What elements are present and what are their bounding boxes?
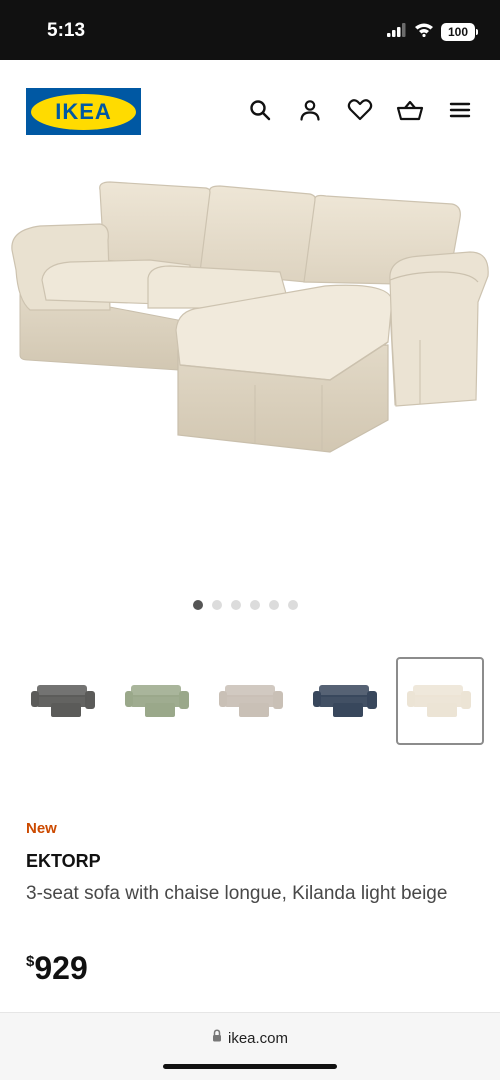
browser-url-bar[interactable]: ikea.com (0, 1012, 500, 1080)
signal-icon (387, 22, 407, 42)
header-actions (246, 96, 474, 124)
product-image[interactable] (0, 160, 500, 580)
carousel-dot[interactable] (250, 600, 260, 610)
wifi-icon (414, 22, 434, 42)
product-name: EKTORP (26, 851, 101, 871)
swatch-dark-grey[interactable] (20, 657, 108, 745)
search-icon[interactable] (246, 96, 274, 124)
carousel-dots (193, 600, 298, 610)
status-bar: 5:13 100 (0, 0, 500, 60)
swatch-beige-grey[interactable] (208, 657, 296, 745)
site-header: IKEA (0, 60, 500, 160)
home-indicator[interactable] (163, 1064, 337, 1069)
carousel-dot[interactable] (212, 600, 222, 610)
url-text: ikea.com (227, 1029, 289, 1047)
status-time: 5:13 (47, 20, 86, 41)
menu-icon[interactable] (446, 96, 474, 124)
heart-icon[interactable] (346, 96, 374, 124)
swatch-light-beige[interactable] (396, 657, 484, 745)
sofa-thumbnail (125, 685, 189, 717)
swatch-light-green[interactable] (114, 657, 202, 745)
ikea-logo[interactable]: IKEA (26, 88, 141, 135)
swatch-dark-blue[interactable] (302, 657, 390, 745)
battery-icon: 100 (441, 23, 478, 41)
lock-icon (212, 1029, 222, 1047)
logo-text: IKEA (55, 98, 112, 124)
sofa-thumbnail (313, 685, 377, 717)
battery-level: 100 (441, 23, 475, 41)
carousel-dot[interactable] (269, 600, 279, 610)
sofa-thumbnail (219, 685, 283, 717)
sofa-thumbnail (407, 685, 471, 717)
account-icon[interactable] (296, 96, 324, 124)
carousel-dot[interactable] (288, 600, 298, 610)
carousel-dot[interactable] (193, 600, 203, 610)
color-swatches (20, 657, 484, 745)
product-description: 3-seat sofa with chaise longue, Kilanda … (26, 883, 448, 904)
new-badge: New (26, 820, 57, 837)
cart-icon[interactable] (396, 96, 424, 124)
carousel-dot[interactable] (231, 600, 241, 610)
product-price: $ 929 (26, 948, 88, 988)
sofa-thumbnail (31, 685, 95, 717)
currency-symbol: $ (26, 953, 35, 970)
status-icons: 100 (387, 22, 478, 42)
price-value: 929 (34, 950, 88, 986)
